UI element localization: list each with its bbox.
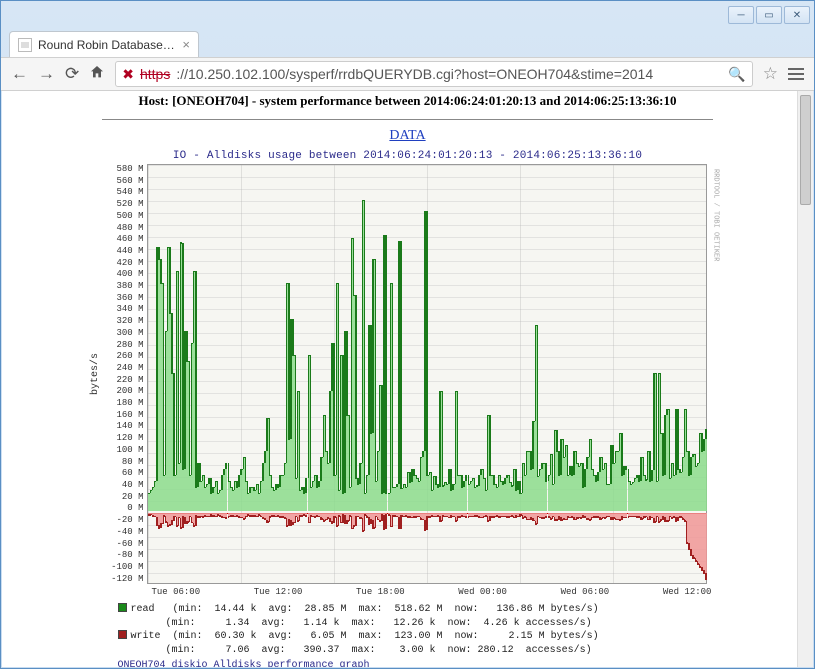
y-tick: 320 M [103,316,144,326]
y-tick: -40 M [103,527,144,537]
search-icon: 🔍 [728,66,745,83]
y-tick: -120 M [103,574,144,584]
y-tick: 60 M [103,468,144,478]
y-tick: 200 M [103,386,144,396]
y-tick: 140 M [103,421,144,431]
chart-y-axis-ticks: 580 M 560 M540 M 520 M 500 M 480 M460 M 440 M… [103,164,147,584]
y-tick: -60 M [103,539,144,549]
y-tick: 420 M [103,258,144,268]
url-scheme: https [140,66,170,82]
hamburger-menu-button[interactable] [788,68,804,80]
chart-title: IO - Alldisks usage between 2014:06:24:0… [88,148,728,164]
chart-write-series [148,513,706,585]
legend-swatch-read [118,603,127,612]
y-tick: 440 M [103,246,144,256]
y-tick: 260 M [103,351,144,361]
page-content: Host: [ONEOH704] - system performance be… [2,91,813,667]
x-tick: Tue 12:00 [254,587,303,597]
y-tick: 80 M [103,457,144,467]
y-tick: 400 M [103,269,144,279]
y-tick: 280 M [103,340,144,350]
window-titlebar: ─ ▭ ✕ [1,1,814,29]
chart-legend: read (min: 14.44 k avg: 28.85 M max: 518… [118,597,728,667]
y-tick: 100 M [103,445,144,455]
y-tick: 180 M [103,398,144,408]
y-tick: 0 M [103,503,144,513]
tab-strip: Round Robin Database Qu × [1,29,814,57]
chart-read-series [148,163,706,511]
y-tick: 220 M [103,375,144,385]
y-tick: 20 M [103,492,144,502]
vertical-scrollbar[interactable] [797,91,813,667]
y-tick: -20 M [103,515,144,525]
bookmark-star-icon[interactable]: ☆ [763,64,778,84]
y-tick: 500 M [103,211,144,221]
x-tick: Tue 06:00 [152,587,201,597]
window-maximize-button[interactable]: ▭ [756,6,782,24]
y-tick: 540 M [103,187,144,197]
tab-close-icon[interactable]: × [182,37,190,52]
y-tick: 40 M [103,480,144,490]
home-button[interactable] [89,64,105,85]
browser-window: ─ ▭ ✕ Round Robin Database Qu × ← → ⟳ ✖ … [0,0,815,669]
y-tick: -80 M [103,550,144,560]
y-tick: 160 M [103,410,144,420]
chart-plot-area: RRDTOOL / TOBI OETIKER [147,164,707,584]
forward-button[interactable]: → [38,64,55,84]
address-bar[interactable]: ✖ https ://10.250.102.100/sysperf/rrdbQU… [115,61,753,87]
chart-y-axis-label: bytes/s [88,164,103,584]
rrdtool-credit: RRDTOOL / TOBI OETIKER [712,169,720,261]
scrollbar-thumb[interactable] [800,95,811,205]
y-tick: 240 M [103,363,144,373]
y-tick: 300 M [103,328,144,338]
y-tick: 360 M [103,293,144,303]
y-tick: 340 M [103,304,144,314]
y-tick: 580 M [103,164,144,174]
chart-x-axis-ticks: Tue 06:00 Tue 12:00 Tue 18:00 Wed 00:00 Wed … [152,584,712,597]
y-tick: 120 M [103,433,144,443]
browser-tab[interactable]: Round Robin Database Qu × [9,31,199,57]
y-tick: 460 M [103,234,144,244]
rrd-chart: IO - Alldisks usage between 2014:06:24:0… [88,148,728,667]
legend-swatch-write [118,630,127,639]
data-link[interactable]: DATA [2,128,813,144]
browser-toolbar: ← → ⟳ ✖ https ://10.250.102.100/sysperf/… [1,57,814,91]
x-tick: Wed 00:00 [458,587,507,597]
page-title: Host: [ONEOH704] - system performance be… [2,91,813,115]
url-text: ://10.250.102.100/sysperf/rrdbQUERYDB.cg… [176,66,722,82]
y-tick: 480 M [103,223,144,233]
ssl-warning-icon: ✖ [122,66,134,83]
y-tick: -100 M [103,562,144,572]
tab-title: Round Robin Database Qu [38,38,176,52]
y-tick: 560 M [103,176,144,186]
reload-button[interactable]: ⟳ [65,64,79,84]
window-close-button[interactable]: ✕ [784,6,810,24]
y-tick: 380 M [103,281,144,291]
x-tick: Wed 12:00 [663,587,712,597]
back-button[interactable]: ← [11,64,28,84]
window-minimize-button[interactable]: ─ [728,6,754,24]
y-tick: 520 M [103,199,144,209]
x-tick: Tue 18:00 [356,587,405,597]
divider [102,119,713,120]
chart-footer: ONEOH704 diskio Alldisks performance gra… [118,659,728,667]
x-tick: Wed 06:00 [561,587,610,597]
page-favicon [18,38,32,52]
